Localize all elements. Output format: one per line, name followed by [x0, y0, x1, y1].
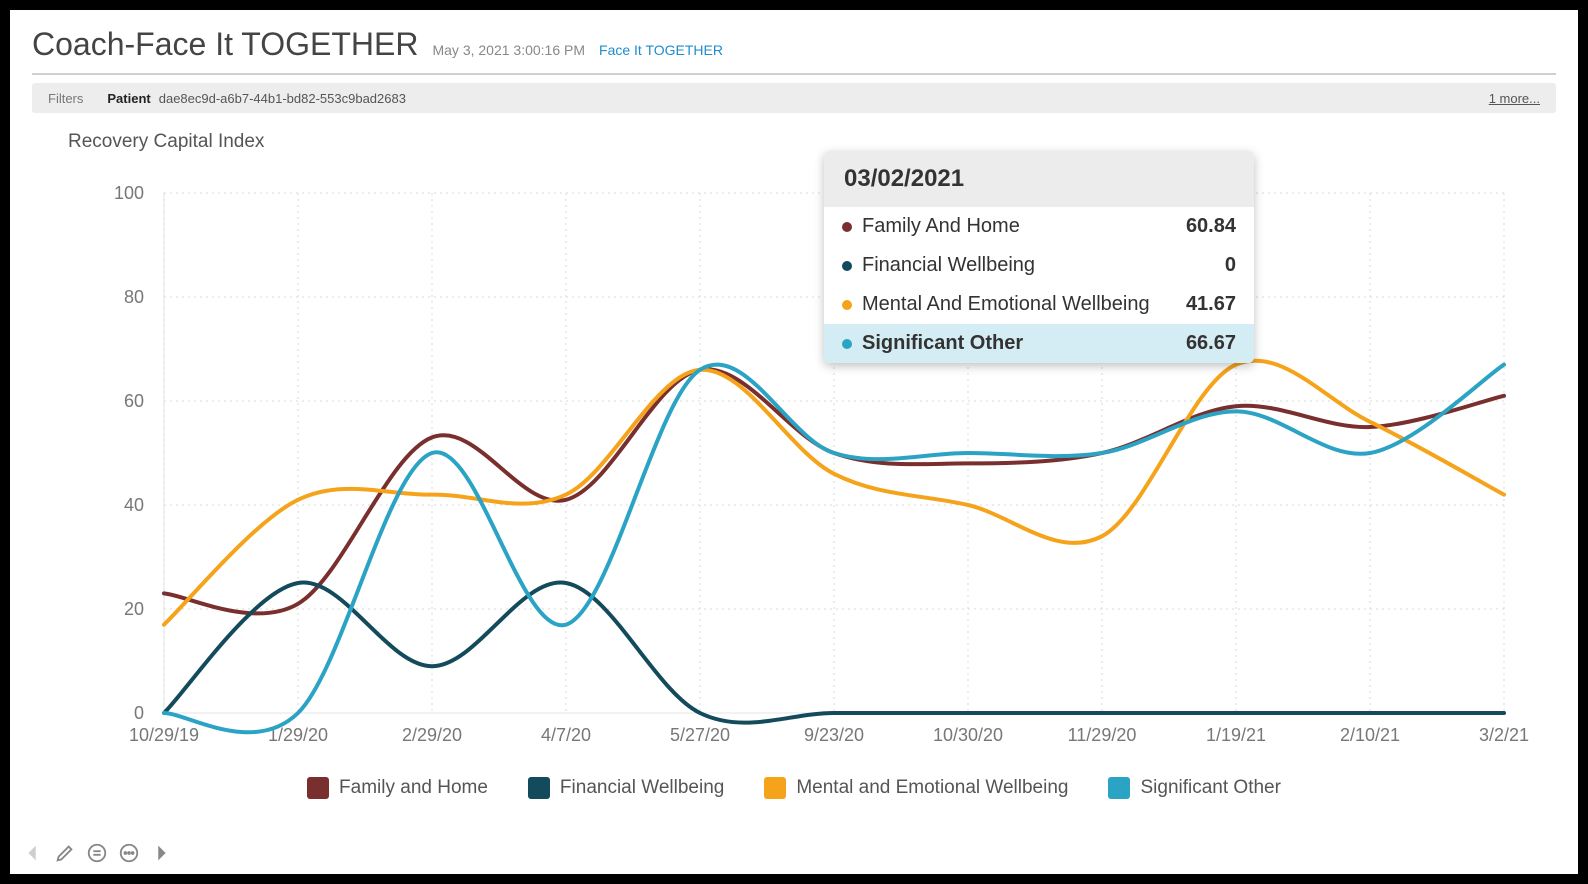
tooltip-row: Mental And Emotional Wellbeing 41.67	[824, 285, 1254, 324]
svg-text:9/23/20: 9/23/20	[804, 725, 864, 745]
filter-patient-value: dae8ec9d-a6b7-44b1-bd82-553c9bad2683	[159, 91, 406, 106]
svg-text:2/29/20: 2/29/20	[402, 725, 462, 745]
chart-area[interactable]: 02040608010010/29/191/29/202/29/204/7/20…	[54, 153, 1534, 773]
tooltip-row-value: 41.67	[1186, 293, 1236, 316]
tooltip-title: 03/02/2021	[824, 151, 1254, 207]
series-mental[interactable]	[164, 361, 1504, 625]
data-table-button[interactable]	[84, 840, 110, 866]
tooltip-row: Family And Home 60.84	[824, 207, 1254, 246]
nav-next-button[interactable]	[148, 840, 174, 866]
svg-text:20: 20	[124, 599, 144, 619]
line-chart[interactable]: 02040608010010/29/191/29/202/29/204/7/20…	[54, 153, 1534, 773]
edit-button[interactable]	[52, 840, 78, 866]
svg-text:80: 80	[124, 287, 144, 307]
legend-label: Mental and Emotional Wellbeing	[796, 777, 1068, 799]
svg-text:100: 100	[114, 183, 144, 203]
svg-text:60: 60	[124, 391, 144, 411]
tooltip-row-label: Mental And Emotional Wellbeing	[862, 293, 1150, 316]
legend-label: Family and Home	[339, 777, 488, 799]
filters-label: Filters	[48, 91, 83, 106]
legend-swatch-icon	[764, 777, 786, 799]
svg-text:5/27/20: 5/27/20	[670, 725, 730, 745]
svg-text:11/29/20: 11/29/20	[1068, 725, 1137, 745]
svg-text:40: 40	[124, 495, 144, 515]
tooltip-dot-icon	[842, 261, 852, 271]
footer-toolbar	[20, 840, 174, 866]
tooltip-row-label: Financial Wellbeing	[862, 254, 1035, 277]
svg-text:10/29/19: 10/29/19	[129, 725, 199, 745]
svg-text:3/2/21: 3/2/21	[1479, 725, 1529, 745]
svg-text:2/10/21: 2/10/21	[1340, 725, 1400, 745]
nav-prev-button[interactable]	[20, 840, 46, 866]
filter-bar: Filters Patient dae8ec9d-a6b7-44b1-bd82-…	[32, 83, 1556, 113]
header-timestamp: May 3, 2021 3:00:16 PM	[432, 42, 585, 58]
svg-text:0: 0	[134, 703, 144, 723]
svg-text:10/30/20: 10/30/20	[933, 725, 1003, 745]
legend-item[interactable]: Family and Home	[307, 777, 488, 799]
tooltip-dot-icon	[842, 300, 852, 310]
filter-patient-label: Patient	[107, 91, 150, 106]
tooltip-row: Significant Other 66.67	[824, 324, 1254, 363]
chart-legend: Family and Home Financial Wellbeing Mental…	[32, 777, 1556, 799]
legend-swatch-icon	[1108, 777, 1130, 799]
tooltip-row-label: Family And Home	[862, 215, 1020, 238]
page-title: Coach-Face It TOGETHER	[32, 26, 418, 63]
legend-swatch-icon	[307, 777, 329, 799]
tooltip-row-value: 60.84	[1186, 215, 1236, 238]
legend-label: Significant Other	[1140, 777, 1280, 799]
legend-swatch-icon	[528, 777, 550, 799]
tooltip-row-value: 66.67	[1186, 332, 1236, 355]
legend-item[interactable]: Financial Wellbeing	[528, 777, 724, 799]
chart-title: Recovery Capital Index	[68, 131, 1556, 153]
filters-more-link[interactable]: 1 more...	[1489, 91, 1540, 106]
svg-text:1/19/21: 1/19/21	[1206, 725, 1266, 745]
legend-item[interactable]: Significant Other	[1108, 777, 1280, 799]
chart-tooltip: 03/02/2021 Family And Home 60.84 Financial…	[824, 151, 1254, 363]
tooltip-row-label: Significant Other	[862, 332, 1023, 355]
tooltip-dot-icon	[842, 222, 852, 232]
header-link[interactable]: Face It TOGETHER	[599, 42, 723, 58]
legend-item[interactable]: Mental and Emotional Wellbeing	[764, 777, 1068, 799]
tooltip-row: Financial Wellbeing 0	[824, 246, 1254, 285]
tooltip-row-value: 0	[1225, 254, 1236, 277]
svg-text:4/7/20: 4/7/20	[541, 725, 591, 745]
more-options-button[interactable]	[116, 840, 142, 866]
series-financial[interactable]	[164, 583, 1504, 723]
legend-label: Financial Wellbeing	[560, 777, 724, 799]
tooltip-dot-icon	[842, 339, 852, 349]
